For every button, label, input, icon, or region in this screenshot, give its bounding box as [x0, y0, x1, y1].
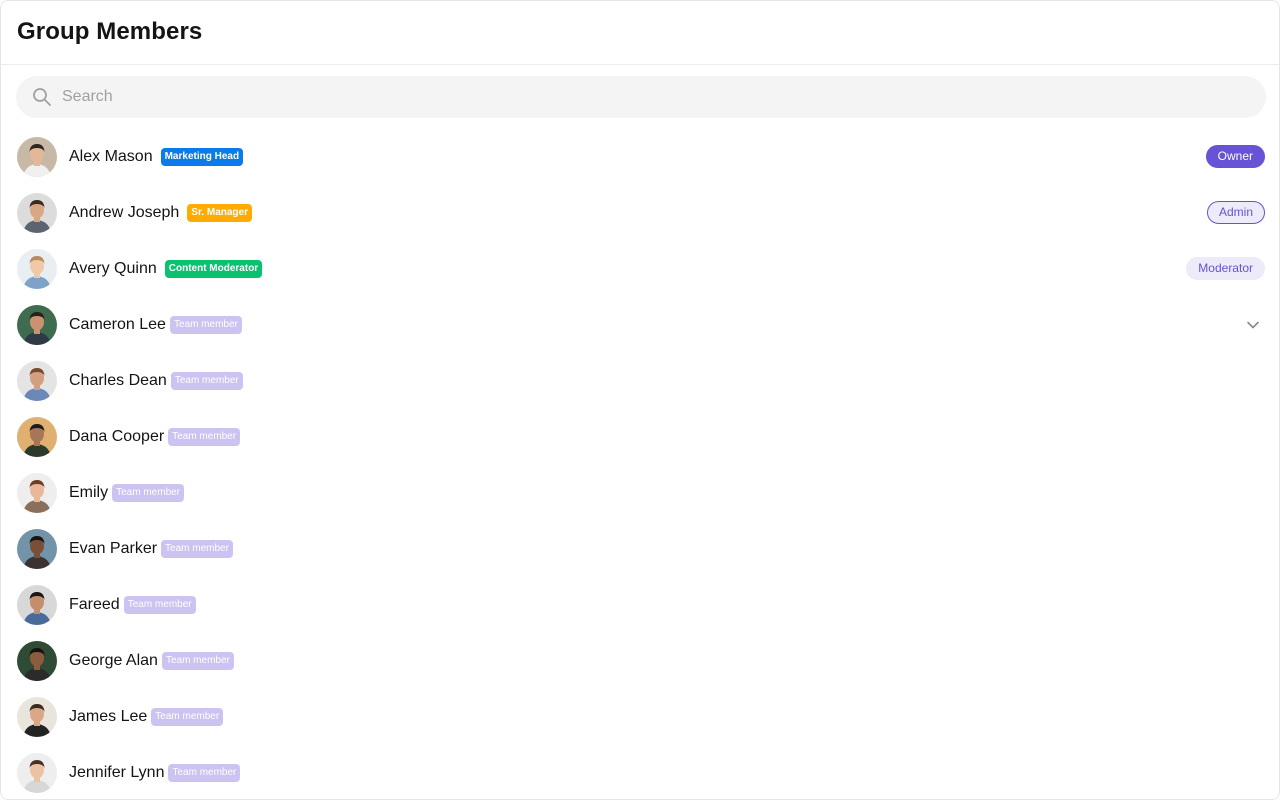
search-icon	[33, 88, 51, 106]
member-row[interactable]: Cameron Lee Team member	[1, 297, 1279, 353]
chevron-down-icon[interactable]	[1245, 317, 1261, 333]
role-badge-owner[interactable]: Owner	[1205, 145, 1265, 168]
member-row[interactable]: Jennifer Lynn Team member	[1, 745, 1279, 799]
avatar	[17, 697, 57, 737]
member-tag: Team member	[168, 428, 241, 446]
member-row[interactable]: Alex Mason Marketing Head Owner	[1, 129, 1279, 185]
member-tag: Team member	[170, 372, 243, 390]
group-members-panel: Group Members Alex Mason Marketing Head Ow…	[0, 0, 1280, 800]
member-tag: Team member	[123, 596, 196, 614]
avatar	[17, 473, 57, 513]
member-name: Alex Mason	[69, 148, 153, 165]
avatar	[17, 193, 57, 233]
member-name: Andrew Joseph	[69, 204, 180, 221]
member-name: Dana Cooper	[69, 428, 165, 445]
member-tag: Team member	[112, 484, 185, 502]
member-tag: Team member	[168, 764, 241, 782]
role-badge-admin[interactable]: Admin	[1206, 201, 1265, 224]
member-name: Cameron Lee	[69, 316, 166, 333]
member-row[interactable]: George Alan Team member	[1, 633, 1279, 689]
member-name: Jennifer Lynn	[69, 764, 165, 781]
member-tag: Team member	[169, 316, 242, 334]
member-tag: Team member	[161, 652, 234, 670]
member-name: James Lee	[69, 708, 148, 725]
member-row[interactable]: Dana Cooper Team member	[1, 409, 1279, 465]
member-tag: Sr. Manager	[187, 204, 252, 222]
role-badge-moderator[interactable]: Moderator	[1186, 257, 1265, 280]
avatar	[17, 137, 57, 177]
avatar	[17, 529, 57, 569]
member-tag: Marketing Head	[160, 148, 244, 166]
member-name: Emily	[69, 484, 109, 501]
member-row[interactable]: Charles Dean Team member	[1, 353, 1279, 409]
member-tag: Team member	[161, 540, 233, 558]
avatar	[17, 753, 57, 793]
member-name: Fareed	[69, 596, 120, 613]
member-row[interactable]: Evan Parker Team member	[1, 521, 1279, 577]
member-tag: Content Moderator	[164, 260, 263, 278]
member-name: Avery Quinn	[69, 260, 157, 277]
avatar	[17, 305, 57, 345]
avatar	[17, 585, 57, 625]
member-name: Charles Dean	[69, 372, 167, 389]
page-title: Group Members	[17, 18, 203, 45]
member-row[interactable]: James Lee Team member	[1, 689, 1279, 745]
member-row[interactable]: Andrew Joseph Sr. Manager Admin	[1, 185, 1279, 241]
member-name: George Alan	[69, 652, 158, 669]
member-list: Alex Mason Marketing Head Owner Andrew Jose…	[1, 129, 1279, 799]
avatar	[17, 361, 57, 401]
search-input[interactable]	[62, 88, 1242, 106]
member-row[interactable]: Avery Quinn Content Moderator Moderator	[1, 241, 1279, 297]
member-row[interactable]: Emily Team member	[1, 465, 1279, 521]
avatar	[17, 641, 57, 681]
avatar	[17, 417, 57, 457]
avatar	[17, 249, 57, 289]
member-tag: Team member	[151, 708, 224, 726]
member-row[interactable]: Fareed Team member	[1, 577, 1279, 633]
search-bar[interactable]	[16, 76, 1266, 118]
member-name: Evan Parker	[69, 540, 158, 557]
header: Group Members	[1, 1, 1279, 65]
